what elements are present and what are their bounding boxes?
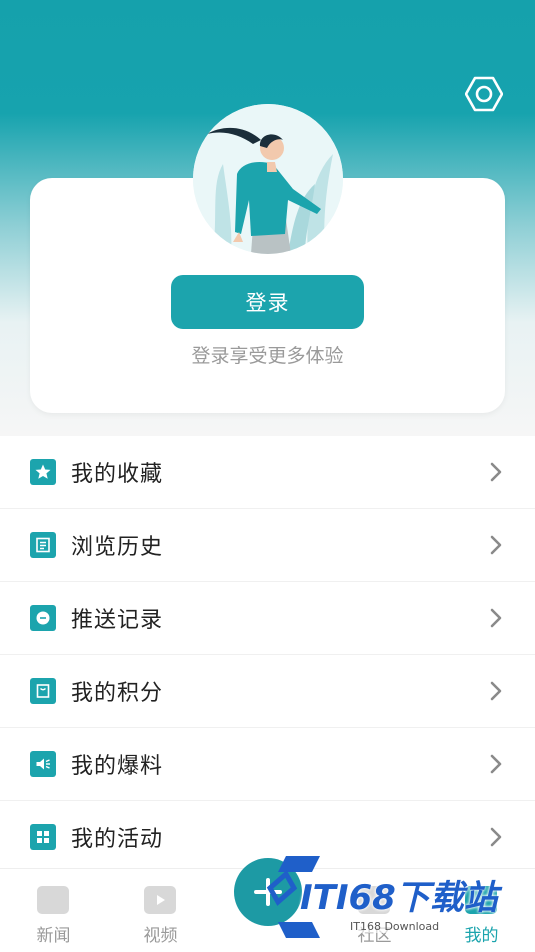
menu-item-push-records[interactable]: 推送记录: [0, 582, 535, 655]
login-button[interactable]: 登录: [171, 275, 364, 329]
tab-news[interactable]: 新闻: [0, 869, 107, 952]
menu-item-history[interactable]: 浏览历史: [0, 509, 535, 582]
add-fab-button[interactable]: [234, 858, 302, 926]
menu-item-points[interactable]: 我的积分: [0, 655, 535, 728]
video-play-icon: [144, 886, 176, 914]
tab-label: 社区: [357, 926, 392, 946]
settings-icon[interactable]: [465, 76, 503, 112]
history-doc-icon: [30, 532, 56, 558]
chevron-right-icon: [490, 827, 502, 847]
grid-icon: [30, 824, 56, 850]
chevron-right-icon: [490, 608, 502, 628]
tab-label: 新闻: [36, 926, 71, 946]
tab-community[interactable]: 社区: [321, 869, 428, 952]
chevron-right-icon: [490, 535, 502, 555]
menu-item-label: 推送记录: [71, 608, 164, 633]
woman-illustration-icon: [193, 104, 343, 254]
star-icon: [30, 459, 56, 485]
speaker-icon: [30, 751, 56, 777]
menu-item-label: 我的活动: [71, 827, 164, 852]
tab-label: 视频: [143, 926, 178, 946]
chevron-right-icon: [490, 681, 502, 701]
news-icon: [37, 886, 69, 914]
menu-item-label: 我的爆料: [71, 754, 164, 779]
tab-video[interactable]: 视频: [107, 869, 214, 952]
menu-item-label: 我的收藏: [71, 462, 164, 487]
menu-item-label: 我的积分: [71, 681, 164, 706]
points-bag-icon: [30, 678, 56, 704]
avatar[interactable]: [193, 104, 343, 254]
community-icon: [358, 886, 390, 914]
tab-profile[interactable]: 我的: [428, 869, 535, 952]
chevron-right-icon: [490, 754, 502, 774]
menu-item-favorites[interactable]: 我的收藏: [0, 436, 535, 509]
plus-icon: [254, 878, 282, 906]
login-hint: 登录享受更多体验: [191, 345, 344, 367]
menu-item-label: 浏览历史: [71, 535, 164, 560]
chat-bubble-icon: [30, 605, 56, 631]
profile-icon: [465, 886, 497, 914]
menu-item-tips[interactable]: 我的爆料: [0, 728, 535, 801]
menu-list: 我的收藏 浏览历史 推送记录 我的积分 我的爆料 我的活动: [0, 436, 535, 874]
chevron-right-icon: [490, 462, 502, 482]
tab-label: 我的: [464, 926, 499, 946]
